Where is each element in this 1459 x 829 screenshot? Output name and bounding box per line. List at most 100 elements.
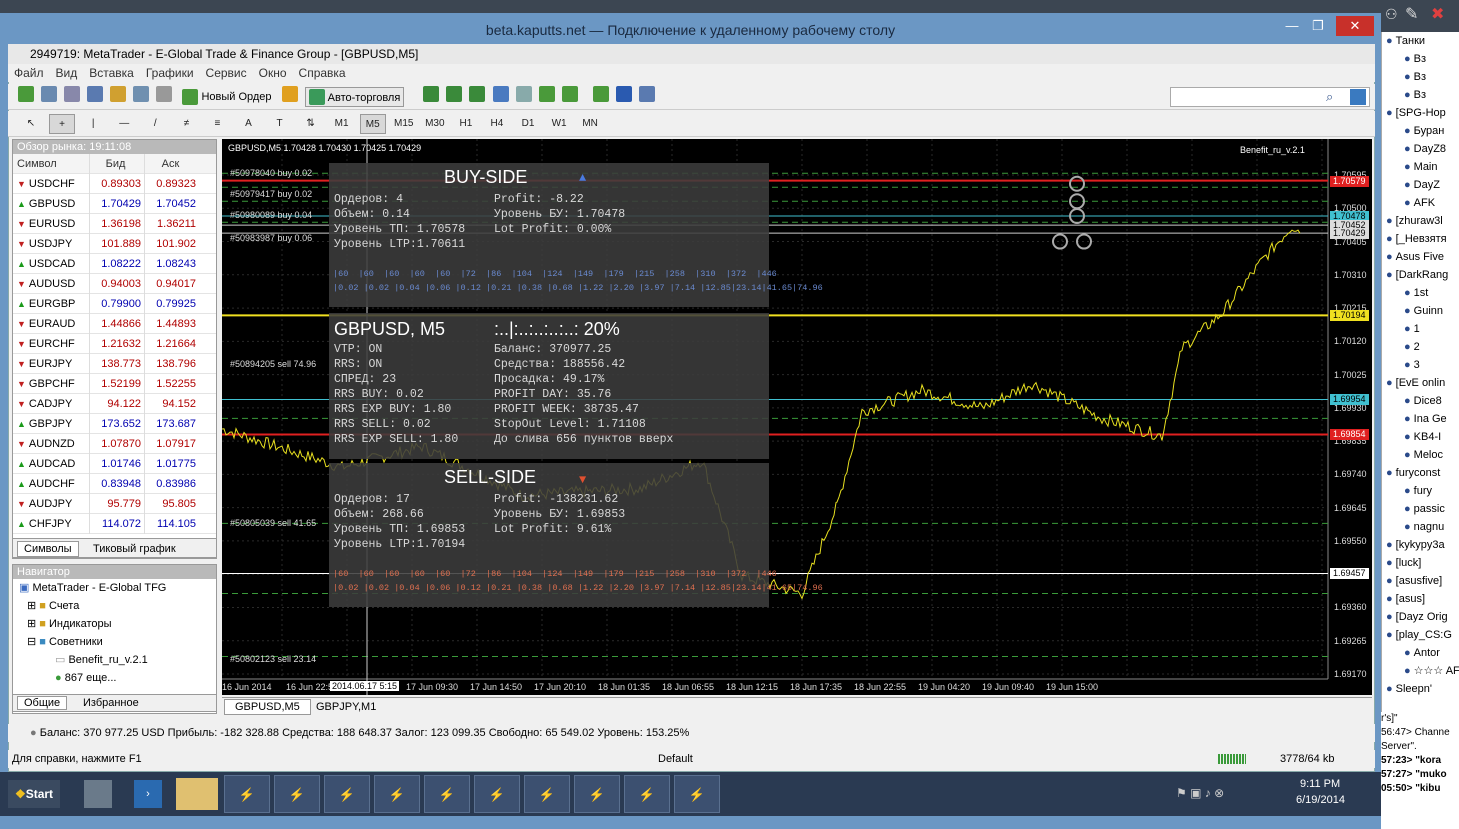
settings-icon[interactable]: ✎: [1405, 4, 1418, 24]
menu-insert[interactable]: Вставка: [83, 64, 140, 82]
contact-item[interactable]: ● AFK: [1382, 194, 1459, 212]
start-button[interactable]: ❖Start: [8, 780, 60, 808]
profiles-icon[interactable]: [41, 86, 58, 102]
mt4-taskbar-icon[interactable]: ⚡: [274, 775, 320, 813]
contact-item[interactable]: ● [DarkRang: [1382, 266, 1459, 284]
menu-help[interactable]: Справка: [293, 64, 352, 82]
auto-scroll-icon[interactable]: [538, 86, 555, 102]
tf-d1[interactable]: D1: [515, 114, 541, 134]
menu-tools[interactable]: Сервис: [200, 64, 253, 82]
text-tool-button[interactable]: A: [235, 114, 261, 134]
contact-item[interactable]: ● [luck]: [1382, 554, 1459, 572]
market-watch-row[interactable]: ▲ AUDCHF 0.83948 0.83986: [13, 474, 216, 494]
mt4-taskbar-icon[interactable]: ⚡: [474, 775, 520, 813]
search-icon[interactable]: ⌕: [1326, 89, 1333, 105]
col-bid[interactable]: Бид: [89, 154, 144, 174]
contact-item[interactable]: ● Буран: [1382, 122, 1459, 140]
mt4-taskbar-icon[interactable]: ⚡: [524, 775, 570, 813]
crosshair-icon[interactable]: +: [49, 114, 76, 134]
nav-benefit[interactable]: ▭ Benefit_ru_v.2.1: [13, 651, 216, 669]
candles-icon[interactable]: [446, 86, 463, 102]
contact-item[interactable]: ● passic: [1382, 500, 1459, 518]
contact-item[interactable]: ● Dice8: [1382, 392, 1459, 410]
nav-experts[interactable]: ⊟ ■ Советники: [13, 633, 216, 651]
mt4-taskbar-icon[interactable]: ⚡: [374, 775, 420, 813]
market-watch-row[interactable]: ▼ CADJPY 94.122 94.152: [13, 394, 216, 414]
disconnect-icon[interactable]: ✖: [1431, 4, 1444, 24]
hline-icon[interactable]: —: [111, 114, 137, 134]
restore-button[interactable]: ❐: [1306, 16, 1330, 36]
mt4-taskbar-icon[interactable]: ⚡: [674, 775, 720, 813]
contact-item[interactable]: ● 1st: [1382, 284, 1459, 302]
contact-item[interactable]: ● 3: [1382, 356, 1459, 374]
market-watch-row[interactable]: ▼ USDCHF 0.89303 0.89323: [13, 174, 216, 194]
tab-gbpjpy-m1[interactable]: GBPJPY,M1: [312, 701, 380, 713]
terminal-icon[interactable]: [133, 86, 150, 102]
minimize-button[interactable]: —: [1280, 16, 1304, 36]
new-chart-icon[interactable]: [18, 86, 34, 102]
tf-m30[interactable]: M30: [422, 114, 448, 134]
market-watch-row[interactable]: ▼ GBPCHF 1.52199 1.52255: [13, 374, 216, 394]
search-input[interactable]: [1170, 87, 1370, 107]
contact-item[interactable]: ● nagnu: [1382, 518, 1459, 536]
contact-item[interactable]: ● furyconst: [1382, 464, 1459, 482]
tab-tick-chart[interactable]: Тиковый график: [89, 542, 180, 556]
market-watch-icon[interactable]: [64, 86, 81, 102]
templates-icon[interactable]: [638, 86, 655, 102]
contact-item[interactable]: ● KB4-I: [1382, 428, 1459, 446]
contact-item[interactable]: ● DayZ8: [1382, 140, 1459, 158]
market-watch-row[interactable]: ▲ GBPJPY 173.652 173.687: [13, 414, 216, 434]
contact-item[interactable]: ● [SPG-Hop: [1382, 104, 1459, 122]
nav-indicators[interactable]: ⊞ ■ Индикаторы: [13, 615, 216, 633]
market-watch-row[interactable]: ▲ USDCAD 1.08222 1.08243: [13, 254, 216, 274]
nav-more[interactable]: ● 867 еще...: [13, 669, 216, 687]
tester-icon[interactable]: [156, 86, 173, 102]
contact-item[interactable]: ● Asus Five: [1382, 248, 1459, 266]
menu-file[interactable]: Файл: [8, 64, 50, 82]
explorer-icon[interactable]: [176, 778, 218, 810]
tab-gbpusd-m5[interactable]: GBPUSD,M5: [224, 699, 311, 715]
contact-item[interactable]: ● [asus]: [1382, 590, 1459, 608]
col-ask[interactable]: Аск: [144, 154, 199, 174]
nav-accounts[interactable]: ⊞ ■ Счета: [13, 597, 216, 615]
cursor-icon[interactable]: ↖: [18, 114, 44, 134]
powershell-icon[interactable]: ›: [134, 780, 162, 808]
mt4-taskbar-icon[interactable]: ⚡: [424, 775, 470, 813]
navigator-icon[interactable]: [110, 86, 127, 102]
contact-item[interactable]: ● Meloc: [1382, 446, 1459, 464]
tab-common[interactable]: Общие: [17, 696, 68, 710]
user-icon[interactable]: ⚇: [1385, 6, 1398, 23]
channel-icon[interactable]: ≠: [173, 114, 199, 134]
market-watch-row[interactable]: ▼ EURAUD 1.44866 1.44893: [13, 314, 216, 334]
market-watch-row[interactable]: ▼ EURCHF 1.21632 1.21664: [13, 334, 216, 354]
label-icon[interactable]: T: [267, 114, 293, 134]
contact-item[interactable]: ● 2: [1382, 338, 1459, 356]
contact-item[interactable]: ● fury: [1382, 482, 1459, 500]
bar-chart-icon[interactable]: [423, 86, 440, 102]
col-symbol[interactable]: Символ: [13, 154, 89, 174]
autotrade-button[interactable]: Авто-торговля: [304, 87, 405, 107]
close-button[interactable]: ✕: [1336, 16, 1374, 36]
menu-charts[interactable]: Графики: [140, 64, 200, 82]
metaeditor-icon[interactable]: [281, 86, 298, 102]
contact-item[interactable]: ● DayZ: [1382, 176, 1459, 194]
mailbox-icon[interactable]: [1350, 89, 1366, 105]
trendline-icon[interactable]: /: [142, 114, 168, 134]
market-watch-row[interactable]: ▼ AUDUSD 0.94003 0.94017: [13, 274, 216, 294]
line-chart-icon[interactable]: [469, 86, 486, 102]
contact-item[interactable]: ● ☆☆☆ AF: [1382, 662, 1459, 680]
tf-m1[interactable]: M1: [329, 114, 355, 134]
contact-item[interactable]: ● Танки: [1382, 32, 1459, 50]
tab-symbols[interactable]: Символы: [17, 541, 79, 557]
indicators-icon[interactable]: [592, 86, 609, 102]
contact-item[interactable]: ● Sleepn': [1382, 680, 1459, 698]
tab-favorites[interactable]: Избранное: [79, 697, 143, 709]
mt4-taskbar-icon[interactable]: ⚡: [224, 775, 270, 813]
market-watch-row[interactable]: ▲ CHFJPY 114.072 114.105: [13, 514, 216, 534]
tf-w1[interactable]: W1: [546, 114, 572, 134]
market-watch-row[interactable]: ▼ USDJPY 101.889 101.902: [13, 234, 216, 254]
market-watch-row[interactable]: ▲ GBPUSD 1.70429 1.70452: [13, 194, 216, 214]
contact-item[interactable]: ● [Dayz Orig: [1382, 608, 1459, 626]
nav-root[interactable]: ▣ MetaTrader - E-Global TFG: [13, 579, 216, 597]
tf-m15[interactable]: M15: [391, 114, 417, 134]
